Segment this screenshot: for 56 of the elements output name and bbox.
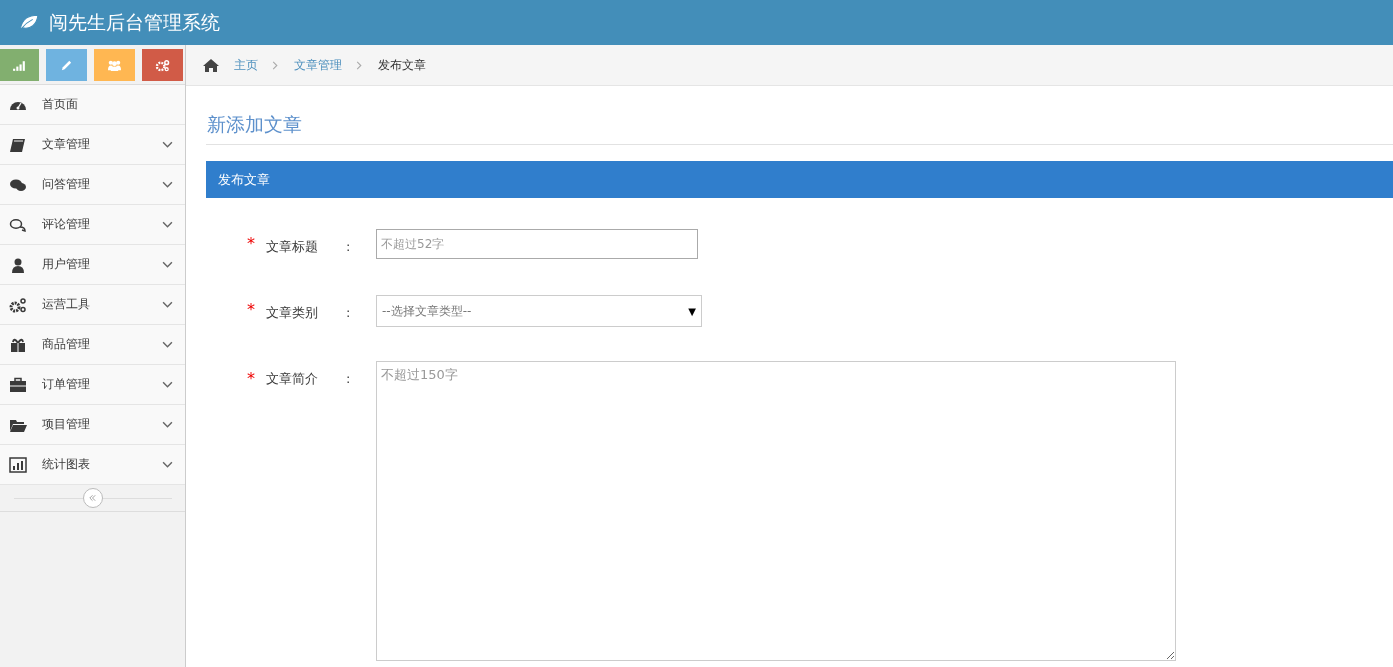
signal-bars-icon [12, 58, 27, 72]
sidebar-item[interactable]: 运营工具 [0, 285, 185, 325]
chevron-down-icon [162, 421, 173, 428]
chevron-down-icon [162, 141, 173, 148]
field-label: 文章标题 [266, 238, 319, 256]
sidebar-item[interactable]: 统计图表 [0, 445, 185, 485]
colon: : [346, 370, 352, 388]
sidebar-item[interactable]: 商品管理 [0, 325, 185, 365]
pencil-icon [59, 58, 74, 72]
chevron-down-icon [162, 381, 173, 388]
chevron-down-icon [162, 261, 173, 268]
required-mark: * [247, 368, 256, 390]
chevron-down-icon [162, 461, 173, 468]
user-icon [9, 256, 27, 273]
required-mark: * [247, 299, 256, 321]
chevron-down-icon [162, 341, 173, 348]
book-icon [9, 136, 27, 153]
collapse-sidebar-button[interactable] [82, 488, 103, 508]
pencil-button[interactable] [46, 49, 87, 81]
sidebar-item[interactable]: 首页面 [0, 85, 185, 125]
chevron-down-icon [162, 301, 173, 308]
sidebar-item[interactable]: 用户管理 [0, 245, 185, 285]
users-button[interactable] [94, 49, 135, 81]
sidebar-item[interactable]: 评论管理 [0, 205, 185, 245]
chevron-down-icon [162, 221, 173, 228]
field-label: 文章类别 [266, 304, 319, 322]
chevron-right-icon [356, 60, 362, 70]
page-title: 新添加文章 [206, 86, 1393, 145]
sidebar-item[interactable]: 问答管理 [0, 165, 185, 205]
gears-icon [155, 58, 170, 72]
sidebar-item[interactable]: 订单管理 [0, 365, 185, 405]
sidebar-item[interactable]: 文章管理 [0, 125, 185, 165]
gears-button[interactable] [142, 49, 183, 81]
chevron-right-icon [272, 60, 278, 70]
users-icon [107, 58, 122, 72]
home-icon[interactable] [202, 57, 220, 73]
sidebar-item[interactable]: 项目管理 [0, 405, 185, 445]
category-dropdown[interactable]: --选择文章类型-- ▼ [376, 295, 702, 327]
panel-header: 发布文章 [206, 161, 1393, 198]
gift-icon [9, 336, 27, 353]
signal-bars-button[interactable] [0, 49, 39, 81]
colon: : [346, 304, 352, 322]
chat-outline-icon [9, 216, 27, 233]
briefcase-icon [9, 376, 27, 393]
app-title: 闯先生后台管理系统 [49, 9, 220, 35]
leaf-icon [18, 14, 39, 31]
breadcrumb-current: 发布文章 [378, 56, 426, 74]
bar-chart-icon [9, 456, 27, 473]
double-chevron-left-icon [88, 494, 97, 502]
colon: : [346, 238, 352, 256]
field-label: 文章简介 [266, 370, 319, 388]
title-input-field[interactable]: 不超过52字 [376, 229, 698, 259]
chevron-down-icon [162, 181, 173, 188]
gears-icon [9, 296, 27, 313]
summary-text-area[interactable]: 不超过150字 [376, 361, 1176, 661]
required-mark: * [247, 233, 256, 255]
